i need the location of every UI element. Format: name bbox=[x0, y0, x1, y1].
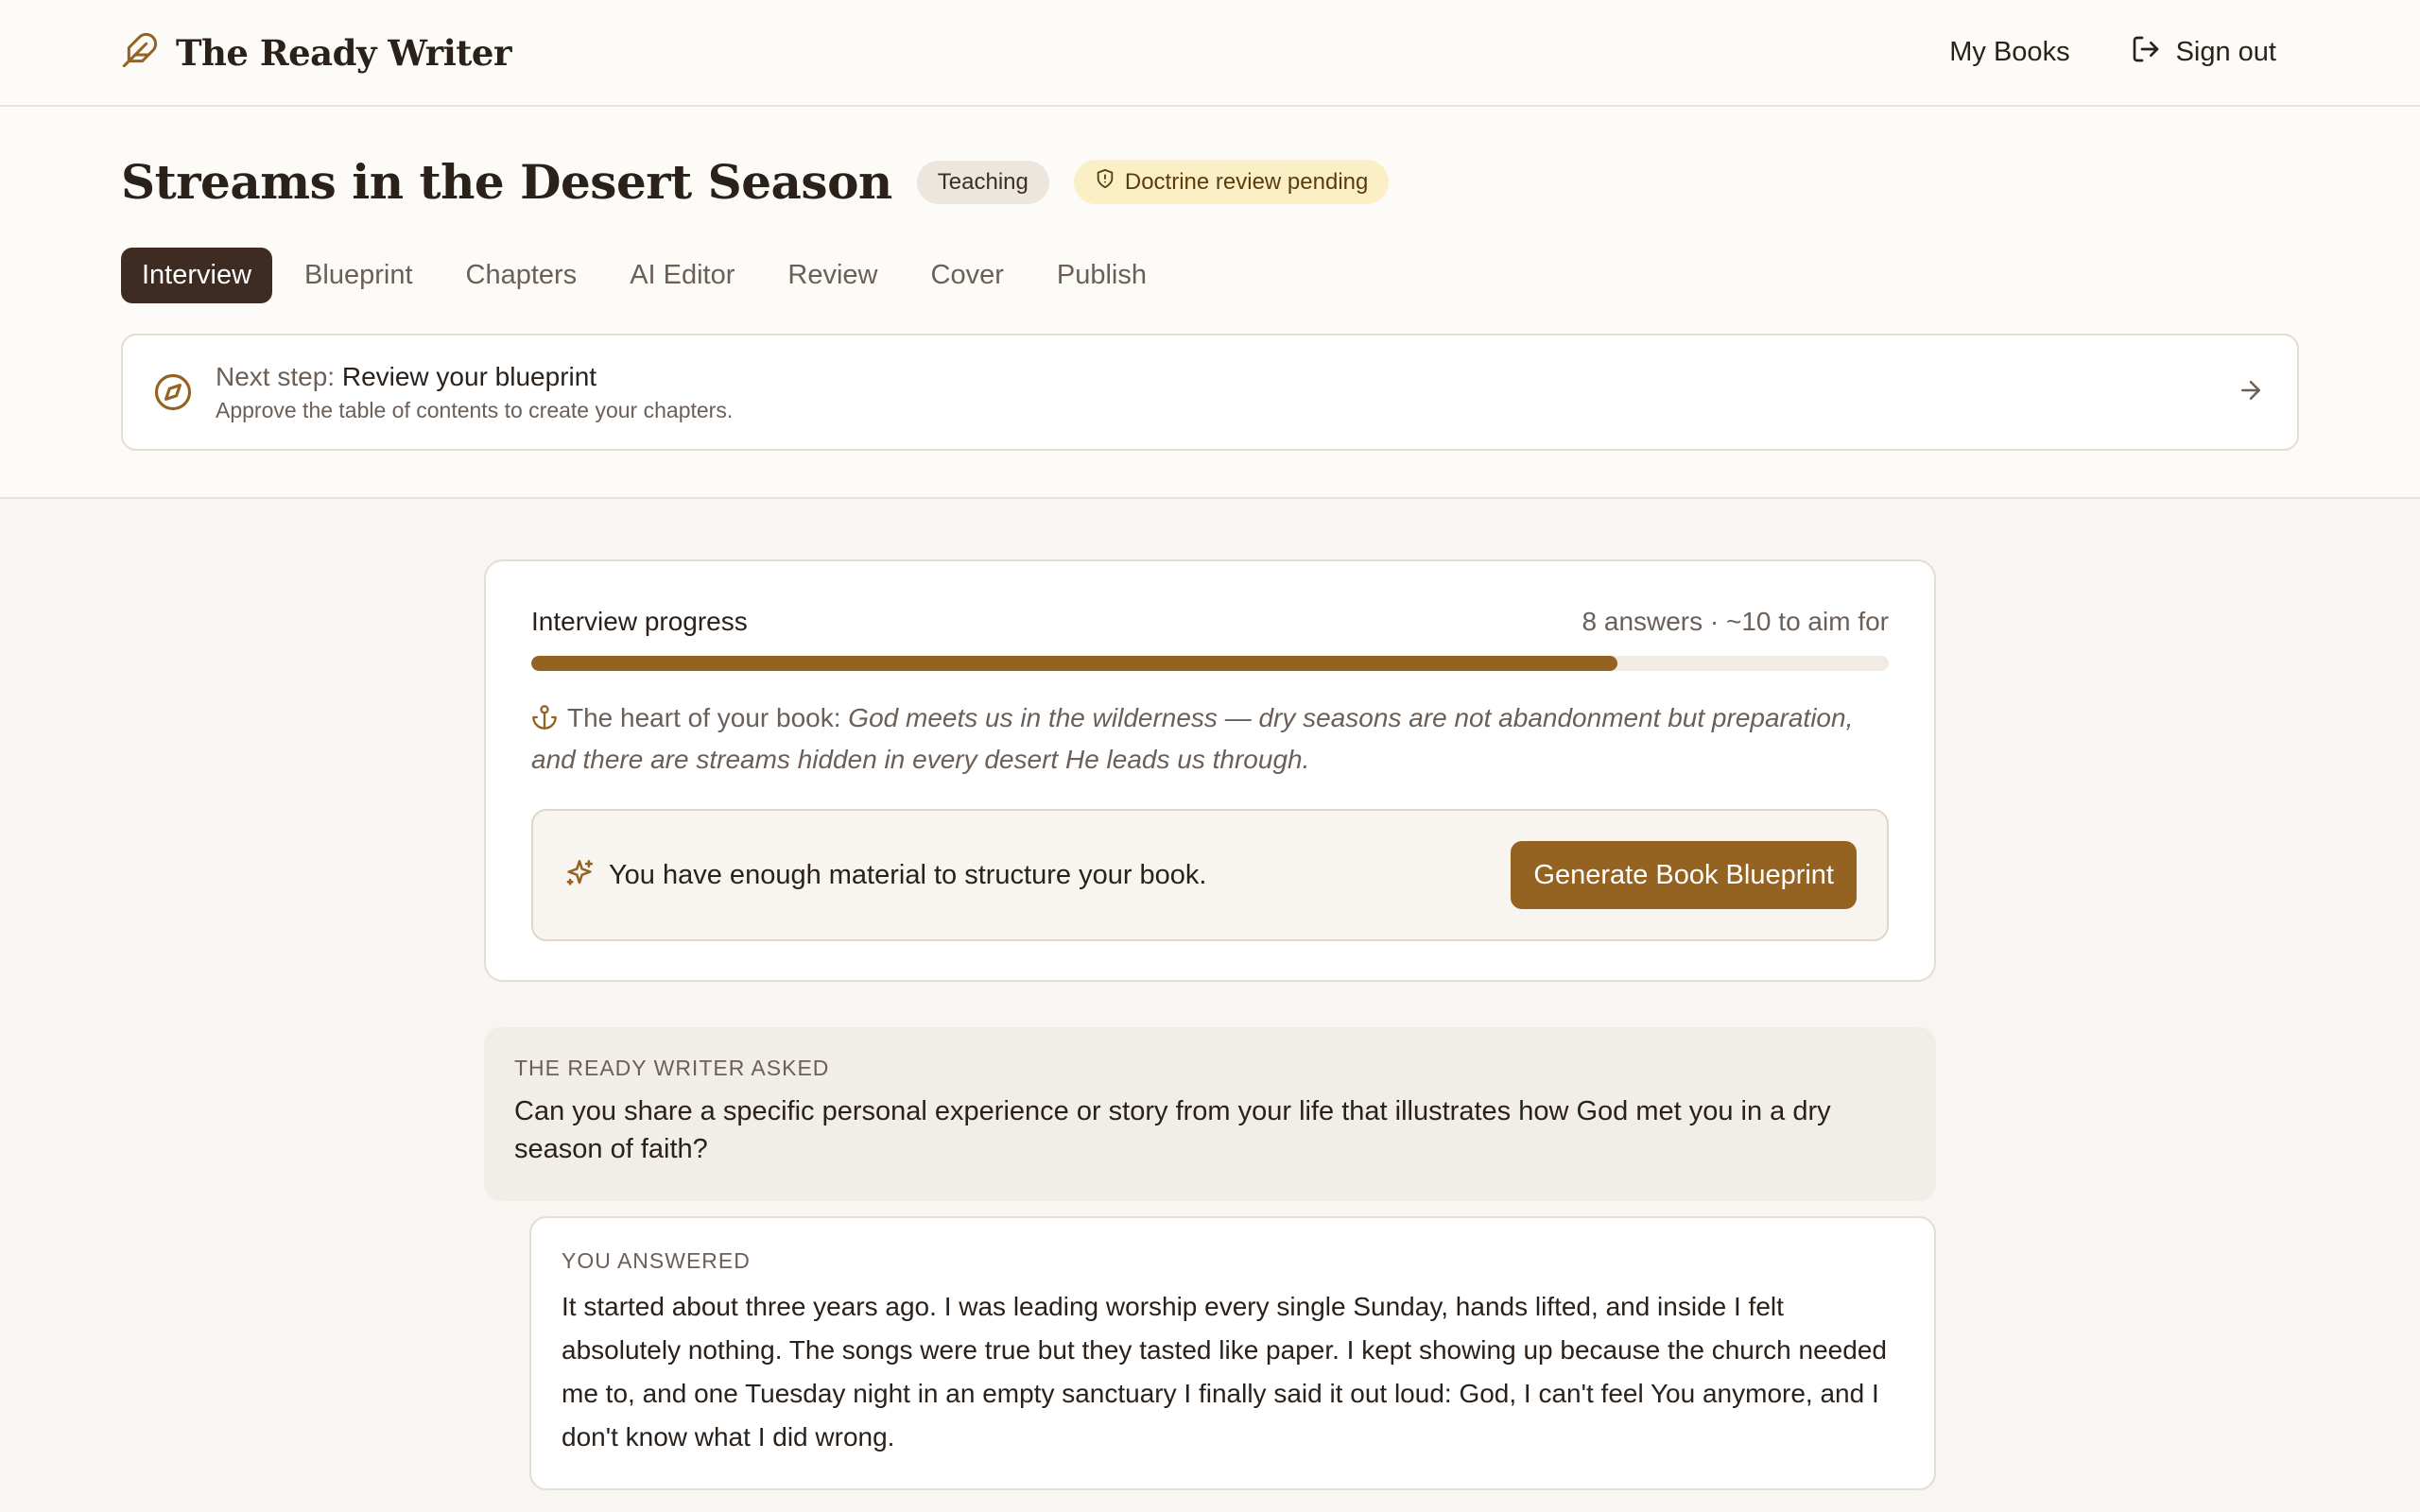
main-content: Interview progress 8 answers · ~10 to ai… bbox=[484, 559, 1936, 1490]
my-books-link[interactable]: My Books bbox=[1949, 37, 2069, 68]
top-bar: The Ready Writer My Books Sign out bbox=[0, 0, 2420, 107]
anchor-icon bbox=[531, 703, 558, 741]
title-row: Streams in the Desert Season Teaching Do… bbox=[121, 154, 2299, 210]
compass-icon bbox=[153, 372, 193, 412]
next-step-prefix: Next step: bbox=[216, 361, 336, 391]
brand-name: The Ready Writer bbox=[176, 31, 511, 74]
tab-interview[interactable]: Interview bbox=[121, 248, 273, 303]
tab-ai-editor[interactable]: AI Editor bbox=[609, 248, 755, 303]
generate-blueprint-button[interactable]: Generate Book Blueprint bbox=[1511, 841, 1857, 909]
answer-label: You answered bbox=[562, 1248, 751, 1273]
genre-badge: Teaching bbox=[916, 160, 1049, 204]
top-nav: My Books Sign out bbox=[1949, 34, 2276, 72]
brand[interactable]: The Ready Writer bbox=[121, 31, 511, 74]
question-text: Can you share a specific personal experi… bbox=[514, 1096, 1831, 1164]
progress-count: 8 answers · ~10 to aim for bbox=[1582, 607, 1889, 636]
arrow-right-icon bbox=[2237, 376, 2265, 409]
book-heart: The heart of your book: God meets us in … bbox=[531, 699, 1889, 779]
next-step-subtitle: Approve the table of contents to create … bbox=[216, 397, 734, 422]
answer-card: You answered It started about three year… bbox=[529, 1216, 1936, 1490]
progress-bar-fill bbox=[531, 656, 1617, 671]
feather-icon bbox=[121, 31, 159, 74]
my-books-label: My Books bbox=[1949, 37, 2070, 67]
interview-progress-card: Interview progress 8 answers · ~10 to ai… bbox=[484, 559, 1936, 982]
book-heart-label: The heart of your book: bbox=[567, 703, 841, 732]
shield-icon bbox=[1095, 168, 1115, 196]
tab-review[interactable]: Review bbox=[767, 248, 898, 303]
progress-bar bbox=[531, 656, 1889, 671]
question-bubble: The Ready Writer asked Can you share a s… bbox=[484, 1027, 1936, 1201]
tab-chapters[interactable]: Chapters bbox=[445, 248, 598, 303]
sign-out-link[interactable]: Sign out bbox=[2131, 34, 2276, 72]
tab-cover[interactable]: Cover bbox=[910, 248, 1025, 303]
next-step-card[interactable]: Next step: Review your blueprint Approve… bbox=[121, 334, 2299, 451]
sign-out-label: Sign out bbox=[2175, 37, 2276, 67]
sign-out-icon bbox=[2131, 34, 2161, 72]
answer-text: It started about three years ago. I was … bbox=[562, 1292, 1887, 1452]
page-title: Streams in the Desert Season bbox=[121, 154, 892, 210]
tab-bar: Interview Blueprint Chapters AI Editor R… bbox=[121, 248, 2299, 303]
ready-callout: You have enough material to structure yo… bbox=[531, 809, 1889, 941]
book-header: Streams in the Desert Season Teaching Do… bbox=[0, 107, 2420, 499]
doctrine-review-badge: Doctrine review pending bbox=[1073, 160, 1390, 204]
next-step-text: Next step: Review your blueprint Approve… bbox=[216, 362, 2237, 423]
progress-title: Interview progress bbox=[531, 607, 748, 636]
doctrine-review-label: Doctrine review pending bbox=[1124, 168, 1369, 195]
ready-text: You have enough material to structure yo… bbox=[609, 859, 1207, 890]
tab-publish[interactable]: Publish bbox=[1036, 248, 1167, 303]
next-step-heading: Next step: Review your blueprint bbox=[216, 362, 2237, 392]
sparkle-icon bbox=[563, 857, 596, 894]
progress-header: Interview progress 8 answers · ~10 to ai… bbox=[531, 607, 1889, 637]
next-step-title: Review your blueprint bbox=[341, 361, 597, 391]
tab-blueprint[interactable]: Blueprint bbox=[284, 248, 433, 303]
asked-label: The Ready Writer asked bbox=[514, 1056, 830, 1080]
